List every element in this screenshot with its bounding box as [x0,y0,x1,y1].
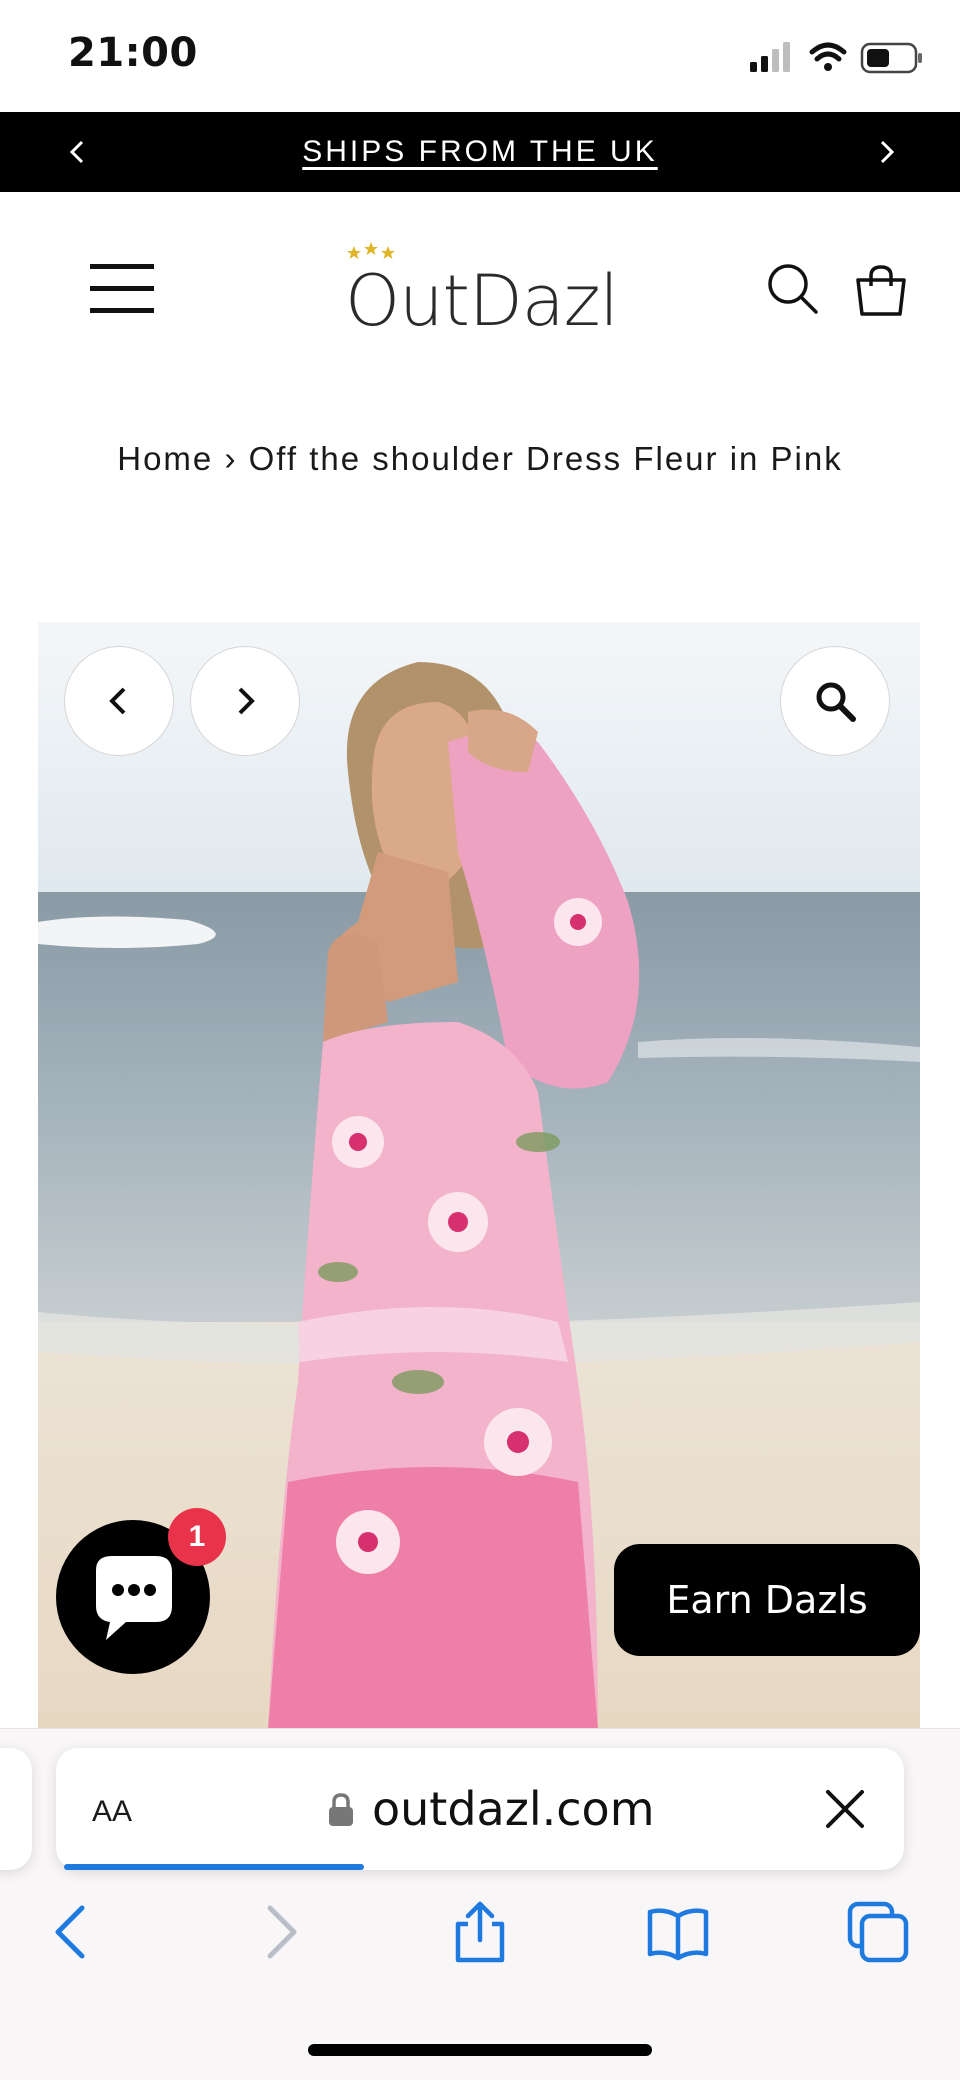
close-icon[interactable] [822,1786,868,1832]
lock-icon [329,1793,353,1826]
chevron-right-icon [238,687,255,715]
aa-label: AA [92,1795,133,1828]
signal-icon [750,42,790,72]
zoom-button[interactable] [780,646,890,756]
status-time: 21:00 [68,30,198,76]
announcement-text[interactable]: SHIPS FROM THE UK [0,112,960,192]
announcement-bar: SHIPS FROM THE UK [0,112,960,192]
shopping-bag-icon[interactable] [854,264,908,318]
bookmarks-icon[interactable] [646,1900,710,1964]
breadcrumb-current: Off the shoulder Dress Fleur in Pink [248,440,843,477]
back-icon[interactable] [42,1900,106,1964]
gallery-next-button[interactable] [190,646,300,756]
gallery-prev-button[interactable] [64,646,174,756]
reader-settings-button[interactable]: AA [92,1786,132,1831]
forward-icon[interactable] [246,1900,310,1964]
chat-notification-badge: 1 [168,1508,226,1566]
search-icon[interactable] [766,262,820,316]
previous-tab-peek[interactable] [0,1748,32,1870]
chevron-right-icon[interactable] [866,132,906,172]
earn-dazls-button[interactable]: Earn Dazls [614,1544,920,1656]
menu-icon[interactable] [90,262,154,314]
breadcrumb-home-link[interactable]: Home [117,440,213,477]
wifi-icon [809,42,847,71]
site-logo[interactable]: OutDazl [320,240,640,342]
battery-icon [860,42,922,74]
share-icon[interactable] [448,1900,512,1964]
breadcrumb: Home › Off the shoulder Dress Fleur in P… [0,440,960,478]
chevron-left-icon [109,687,126,715]
status-icons [750,42,922,74]
home-indicator [308,2044,652,2056]
breadcrumb-separator: › [224,440,238,477]
zoom-icon [816,682,856,722]
url-text[interactable]: outdazl.com [372,1782,655,1836]
logo-text: OutDazl [345,260,619,342]
page-load-progress [64,1864,364,1870]
tabs-icon[interactable] [846,1900,910,1964]
